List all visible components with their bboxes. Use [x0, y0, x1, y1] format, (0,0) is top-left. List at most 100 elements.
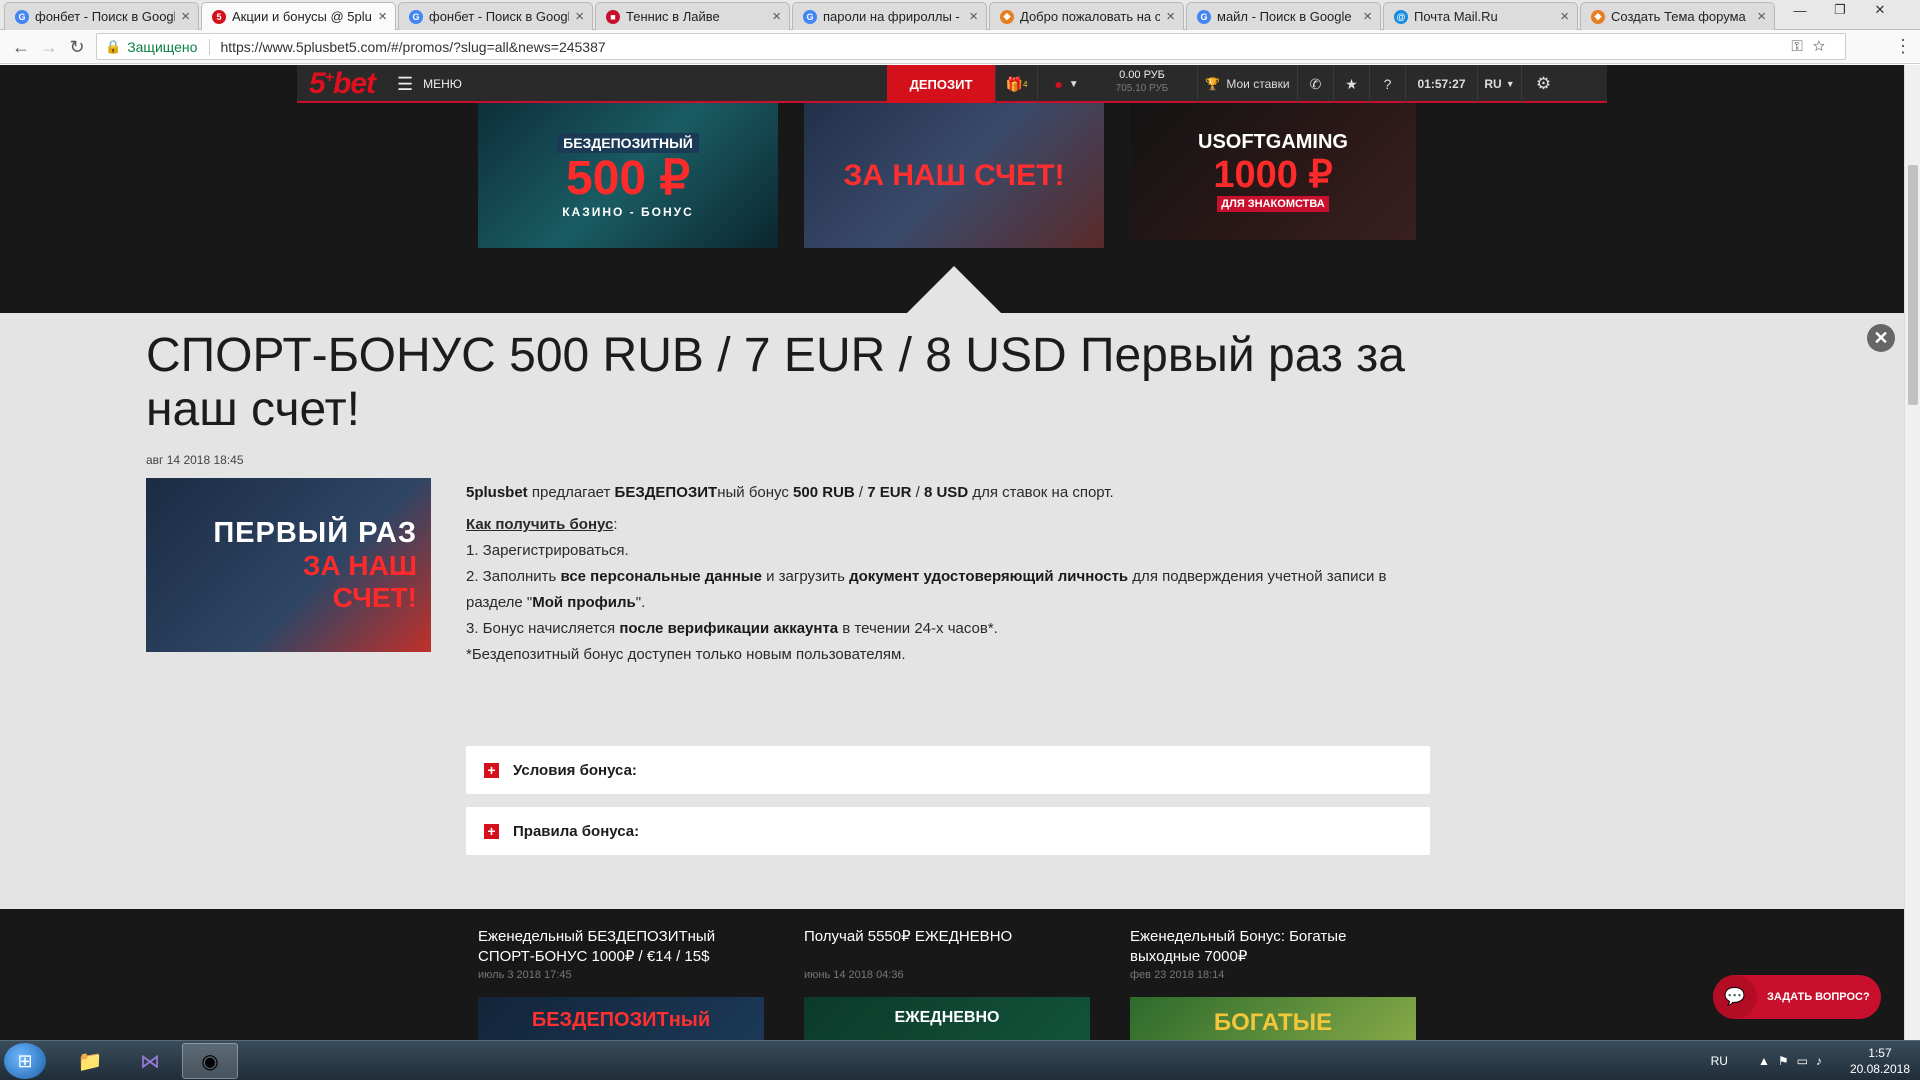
browser-menu-icon[interactable]: ⋮: [1894, 36, 1912, 57]
ask-question-button[interactable]: 💬 ЗАДАТЬ ВОПРОС?: [1713, 975, 1881, 1019]
browser-tab[interactable]: ◆ Создать Тема форума ×: [1580, 2, 1775, 30]
settings-icon[interactable]: ⚙: [1521, 65, 1565, 103]
balance[interactable]: 0.00 РУБ 705.10 РУБ: [1097, 69, 1187, 95]
help-icon[interactable]: ?: [1369, 65, 1405, 103]
browser-tab[interactable]: @ Почта Mail.Ru ×: [1383, 2, 1578, 30]
step-2: 2. Заполнить все персональные данные и з…: [466, 564, 1436, 616]
plus-icon: +: [484, 823, 499, 839]
close-icon[interactable]: ✕: [1867, 324, 1895, 352]
promo-thumb-usoftgaming[interactable]: USOFTGAMING 1000 ₽ ДЛЯ ЗНАКОМСТВА: [1130, 103, 1416, 240]
accordion-rules[interactable]: + Правила бонуса:: [466, 807, 1430, 855]
maximize-icon[interactable]: ❐: [1820, 0, 1860, 20]
back-icon[interactable]: ←: [8, 35, 34, 59]
promo-detail: ✕ СПОРТ-БОНУС 500 RUB / 7 EUR / 8 USD Пе…: [0, 313, 1904, 909]
tab-close-icon[interactable]: ×: [969, 8, 978, 25]
minimize-icon[interactable]: —: [1780, 0, 1820, 20]
lock-icon: 🔒: [105, 38, 122, 54]
text: 3. Бонус начисляется: [466, 620, 620, 637]
promo-card[interactable]: Получай 5550₽ ЕЖЕДНЕВНО июнь 14 2018 04:…: [804, 909, 1094, 1040]
gift-icon[interactable]: 🎁 4: [995, 65, 1037, 103]
logo-plus: +: [324, 69, 334, 86]
promo-image-text: ПЕРВЫЙ РАЗ: [213, 516, 417, 549]
tab-title: фонбет - Поиск в Googl: [429, 9, 570, 24]
deposit-button[interactable]: ДЕПОЗИТ: [887, 65, 995, 103]
promo-card-image[interactable]: БОГАТЫЕ: [1130, 997, 1416, 1040]
browser-tab[interactable]: ■ Теннис в Лайве ×: [595, 2, 790, 30]
logo-digit: 5: [309, 67, 326, 100]
promo-card-date: июль 3 2018 17:45: [478, 969, 572, 981]
promo-card-date: июнь 14 2018 04:36: [804, 969, 904, 981]
logo-word: bet: [333, 67, 376, 100]
how-to-heading: Как получить бонус:: [466, 512, 1436, 538]
tray-icons[interactable]: ▲⚑▭♪: [1758, 1054, 1830, 1068]
text-bold: Мой профиль: [532, 594, 636, 611]
url-field[interactable]: 🔒 Защищено https://www.5plusbet5.com/#/p…: [96, 33, 1846, 60]
browser-tab[interactable]: Gфонбет - Поиск в Googl ×: [4, 2, 199, 30]
text: ный бонус: [717, 484, 794, 501]
scrollbar-thumb[interactable]: [1908, 165, 1918, 405]
text-bold: 7 EUR: [867, 484, 912, 501]
forum-icon: ◆: [1000, 9, 1014, 24]
tab-close-icon[interactable]: ×: [378, 8, 387, 25]
system-tray: RU ▲⚑▭♪ 1:57 20.08.2018: [1711, 1041, 1910, 1081]
forum-icon: ◆: [1591, 9, 1605, 24]
promo-card[interactable]: Еженедельный БЕЗДЕПОЗИТный СПОРТ-БОНУС 1…: [478, 909, 768, 1040]
promo-card-title[interactable]: Еженедельный БЕЗДЕПОЗИТный СПОРТ-БОНУС 1…: [478, 927, 768, 967]
visual-studio-icon[interactable]: ⋈: [122, 1043, 178, 1079]
promo-description: 5plusbet предлагает БЕЗДЕПОЗИТный бонус …: [466, 480, 1436, 668]
promo-card-title[interactable]: Еженедельный Бонус: Богатые выходные 700…: [1130, 927, 1420, 967]
accordion-conditions[interactable]: + Условия бонуса:: [466, 746, 1430, 794]
google-icon: G: [409, 9, 423, 24]
text: /: [911, 484, 924, 501]
promo-card-image-text: БЕЗДЕПОЗИТный: [531, 1009, 711, 1031]
tab-close-icon[interactable]: ×: [575, 8, 584, 25]
tab-close-icon[interactable]: ×: [1560, 8, 1569, 25]
phone-icon[interactable]: ✆: [1297, 65, 1333, 103]
my-bets-button[interactable]: 🏆 Мои ставки: [1197, 65, 1297, 103]
user-menu[interactable]: ● ▼: [1037, 65, 1095, 103]
step-1: 1. Зарегистрироваться.: [466, 542, 629, 559]
menu-button[interactable]: ☰ МЕНЮ: [397, 65, 462, 103]
close-window-icon[interactable]: ✕: [1860, 0, 1900, 20]
site-logo[interactable]: 5+bet: [309, 67, 376, 101]
promo-image-text: ЗА НАШ: [302, 549, 417, 581]
browser-tab[interactable]: 5 Акции и бонусы @ 5plu ×: [201, 2, 396, 30]
star-icon[interactable]: ★: [1333, 65, 1369, 103]
balance-main: 0.00 РУБ: [1119, 69, 1165, 81]
url-text[interactable]: https://www.5plusbet5.com/#/promos/?slug…: [220, 39, 605, 55]
thumb-text: 1000 ₽: [1213, 154, 1333, 196]
promo-thumb-casino[interactable]: БЕЗДЕПОЗИТНЫЙ 500 ₽ КАЗИНО - БОНУС: [478, 103, 778, 248]
chrome-icon[interactable]: ◉: [182, 1043, 238, 1079]
tab-close-icon[interactable]: ×: [1166, 8, 1175, 25]
promo-card-image[interactable]: ЕЖЕДНЕВНО: [804, 997, 1090, 1040]
google-icon: G: [803, 9, 817, 24]
promo-card-title[interactable]: Получай 5550₽ ЕЖЕДНЕВНО: [804, 927, 1094, 947]
promo-card-image[interactable]: БЕЗДЕПОЗИТный: [478, 997, 764, 1040]
start-button-icon[interactable]: ⊞: [4, 1043, 46, 1079]
promo-thumb-first-time[interactable]: ЗА НАШ СЧЕТ!: [804, 103, 1104, 248]
key-star-icons[interactable]: ⚿☆: [1791, 38, 1835, 55]
thumb-text: 500 ₽: [566, 151, 690, 205]
scrollbar[interactable]: [1904, 65, 1920, 1040]
tab-close-icon[interactable]: ×: [1757, 8, 1766, 25]
browser-tab[interactable]: Gпароли на фрироллы - ×: [792, 2, 987, 30]
tab-title: пароли на фрироллы -: [823, 9, 960, 24]
tab-title: Почта Mail.Ru: [1414, 9, 1498, 24]
tray-language[interactable]: RU: [1711, 1054, 1728, 1068]
tab-close-icon[interactable]: ×: [181, 8, 190, 25]
promo-image: ПЕРВЫЙ РАЗ ЗА НАШ СЧЕТ!: [146, 478, 431, 652]
tab-close-icon[interactable]: ×: [1363, 8, 1372, 25]
page-viewport: БЕЗДЕПОЗИТНЫЙ 500 ₽ КАЗИНО - БОНУС ЗА НА…: [0, 65, 1904, 1040]
forward-icon[interactable]: →: [36, 35, 62, 59]
browser-tab[interactable]: ◆ Добро пожаловать на с ×: [989, 2, 1184, 30]
language-select[interactable]: RU ▼: [1477, 65, 1521, 103]
promo-card[interactable]: Еженедельный Бонус: Богатые выходные 700…: [1130, 909, 1420, 1040]
browser-tab[interactable]: Gфонбет - Поиск в Googl ×: [398, 2, 593, 30]
reload-icon[interactable]: ↻: [64, 35, 90, 59]
browser-tab[interactable]: Gмайл - Поиск в Google ×: [1186, 2, 1381, 30]
promo-note: *Бездепозитный бонус доступен только нов…: [466, 646, 906, 663]
text: /: [854, 484, 868, 501]
explorer-icon[interactable]: 📁: [62, 1043, 118, 1079]
tray-clock[interactable]: 1:57 20.08.2018: [1850, 1045, 1910, 1077]
tab-close-icon[interactable]: ×: [772, 8, 781, 25]
